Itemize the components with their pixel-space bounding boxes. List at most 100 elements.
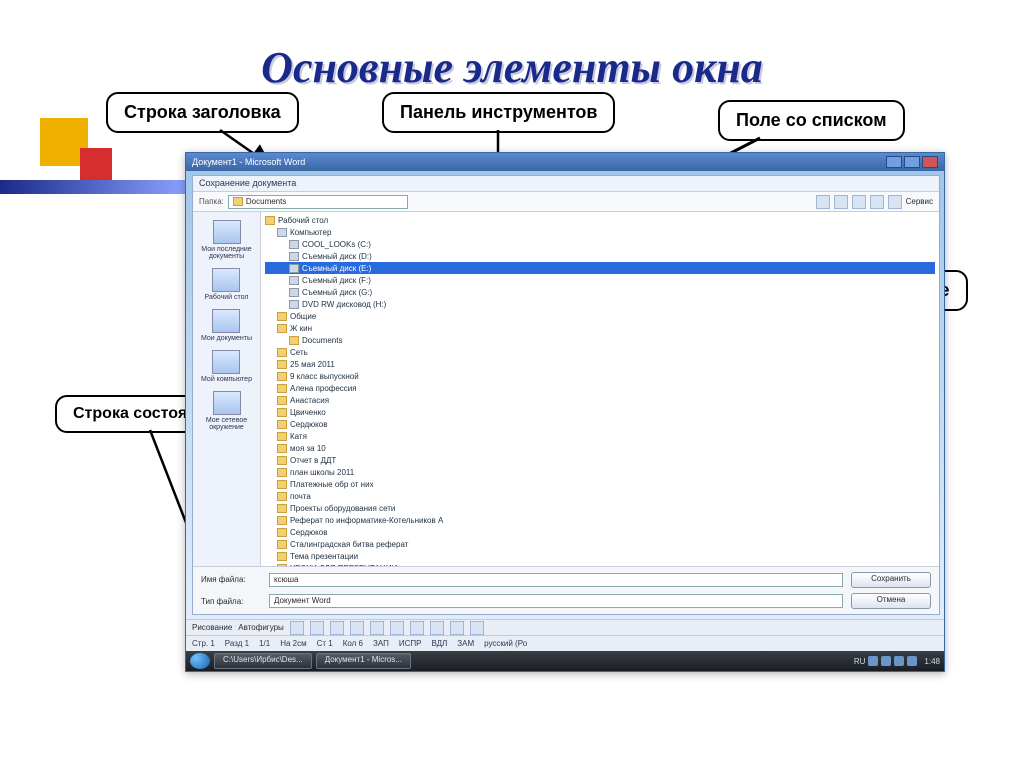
filetype-combo[interactable]: Документ Word <box>269 594 843 608</box>
tree-item[interactable]: Катя <box>265 430 935 442</box>
places-bar: Мои последние документы Рабочий стол Мои д… <box>193 212 261 566</box>
tray-icon[interactable] <box>894 656 904 666</box>
tree-item[interactable]: Реферат по информатике-Котельников А <box>265 514 935 526</box>
tree-item[interactable]: почта <box>265 490 935 502</box>
drive-icon <box>289 240 299 249</box>
toolbar-icon[interactable] <box>470 621 484 635</box>
tray-icon[interactable] <box>881 656 891 666</box>
back-icon[interactable] <box>816 195 830 209</box>
tree-item[interactable]: Сердюков <box>265 418 935 430</box>
drive-icon <box>289 276 299 285</box>
maximize-button[interactable] <box>904 156 920 168</box>
tree-item[interactable]: 9 класс выпускной <box>265 370 935 382</box>
tree-item[interactable]: Съемный диск (F:) <box>265 274 935 286</box>
tree-item[interactable]: DVD RW дисковод (H:) <box>265 298 935 310</box>
status-bar: Стр. 1Разд 11/1На 2смСт 1Кол 6ЗАПИСПРВДЛ… <box>186 635 944 651</box>
tray-icon[interactable] <box>907 656 917 666</box>
tree-item[interactable]: 25 мая 2011 <box>265 358 935 370</box>
tree-item[interactable]: Общие <box>265 310 935 322</box>
drive-icon <box>289 288 299 297</box>
word-drawing-toolbar: Рисование Автофигуры <box>186 619 944 635</box>
window-title-text: Документ1 - Microsoft Word <box>192 157 305 167</box>
path-combo[interactable]: Documents <box>228 195 408 209</box>
tree-item[interactable]: Documents <box>265 334 935 346</box>
tree-item[interactable]: Тема презентации <box>265 550 935 562</box>
status-item: ЗАМ <box>457 639 474 648</box>
minimize-button[interactable] <box>886 156 902 168</box>
toolbar-icon[interactable] <box>350 621 364 635</box>
tree-item[interactable]: Отчет в ДДТ <box>265 454 935 466</box>
tree-item[interactable]: Цвиченко <box>265 406 935 418</box>
folder-icon <box>289 336 299 345</box>
taskbar-item[interactable]: Документ1 - Micros... <box>316 653 411 669</box>
tree-item[interactable]: Платежные обр от них <box>265 478 935 490</box>
folder-icon <box>277 432 287 441</box>
tree-item[interactable]: Ж кин <box>265 322 935 334</box>
toolbar-icon[interactable] <box>390 621 404 635</box>
toolbar-item[interactable]: Автофигуры <box>238 623 284 632</box>
file-list[interactable]: Рабочий столКомпьютерCOOL_LOOKs (C:)Съем… <box>261 212 939 566</box>
toolbar-icon[interactable] <box>330 621 344 635</box>
places-item[interactable]: Мои документы <box>201 309 252 342</box>
tree-item[interactable]: Компьютер <box>265 226 935 238</box>
places-item[interactable]: Мой компьютер <box>201 350 252 383</box>
tree-item[interactable]: УРОКИ ДЛЯ ПРЕЗЕНТАЦИИ <box>265 562 935 566</box>
filename-input[interactable]: ксюша <box>269 573 843 587</box>
close-button[interactable] <box>922 156 938 168</box>
service-label[interactable]: Сервис <box>906 197 933 206</box>
newfolder-icon[interactable] <box>870 195 884 209</box>
folder-icon <box>277 552 287 561</box>
filename-label: Имя файла: <box>201 575 261 584</box>
folder-icon <box>277 492 287 501</box>
tree-item[interactable]: Алена профессия <box>265 382 935 394</box>
places-item[interactable]: Мои последние документы <box>195 220 258 260</box>
tree-item[interactable]: моя за 10 <box>265 442 935 454</box>
status-item: ИСПР <box>399 639 422 648</box>
window-titlebar[interactable]: Документ1 - Microsoft Word <box>186 153 944 171</box>
dialog-toolbar: Папка: Documents Сервис <box>193 192 939 212</box>
status-item: Ст 1 <box>317 639 333 648</box>
toolbar-icon[interactable] <box>430 621 444 635</box>
places-item[interactable]: Мое сетевое окружение <box>195 391 258 431</box>
tree-item[interactable]: Сеть <box>265 346 935 358</box>
toolbar-icon[interactable] <box>450 621 464 635</box>
tree-item[interactable]: Проекты оборудования сети <box>265 502 935 514</box>
tree-item[interactable]: Анастасия <box>265 394 935 406</box>
tree-item[interactable]: Съемный диск (G:) <box>265 286 935 298</box>
folder-icon <box>277 324 287 333</box>
toolbar-icon[interactable] <box>310 621 324 635</box>
places-item[interactable]: Рабочий стол <box>205 268 249 301</box>
toolbar-icon[interactable] <box>410 621 424 635</box>
toolbar-icon[interactable] <box>370 621 384 635</box>
status-item: русский (Ро <box>484 639 527 648</box>
lang-indicator[interactable]: RU <box>854 657 866 666</box>
tray-icon[interactable] <box>868 656 878 666</box>
tree-item[interactable]: Сердюков <box>265 526 935 538</box>
status-item: ЗАП <box>373 639 389 648</box>
save-button[interactable]: Сохранить <box>851 572 931 588</box>
tree-item[interactable]: план школы 2011 <box>265 466 935 478</box>
delete-icon[interactable] <box>852 195 866 209</box>
toolbar-icon[interactable] <box>290 621 304 635</box>
app-window: Документ1 - Microsoft Word Сохранение до… <box>185 152 945 672</box>
status-item: Разд 1 <box>225 639 249 648</box>
tree-item[interactable]: Съемный диск (E:) <box>265 262 935 274</box>
drive-icon <box>289 300 299 309</box>
up-icon[interactable] <box>834 195 848 209</box>
drive-icon <box>289 264 299 273</box>
tree-item[interactable]: Рабочий стол <box>265 214 935 226</box>
start-button[interactable] <box>190 653 210 669</box>
taskbar-item[interactable]: C:\Users\Ирбис\Des... <box>214 653 312 669</box>
views-icon[interactable] <box>888 195 902 209</box>
tree-item[interactable]: Съемный диск (D:) <box>265 250 935 262</box>
toolbar-item[interactable]: Рисование <box>192 623 232 632</box>
status-item: ВДЛ <box>431 639 447 648</box>
callout-titlebar: Строка заголовка <box>106 92 299 133</box>
drive-icon <box>277 228 287 237</box>
folder-icon <box>277 396 287 405</box>
status-item: Кол 6 <box>343 639 363 648</box>
folder-icon <box>277 384 287 393</box>
tree-item[interactable]: Сталинградская битва реферат <box>265 538 935 550</box>
tree-item[interactable]: COOL_LOOKs (C:) <box>265 238 935 250</box>
cancel-button[interactable]: Отмена <box>851 593 931 609</box>
